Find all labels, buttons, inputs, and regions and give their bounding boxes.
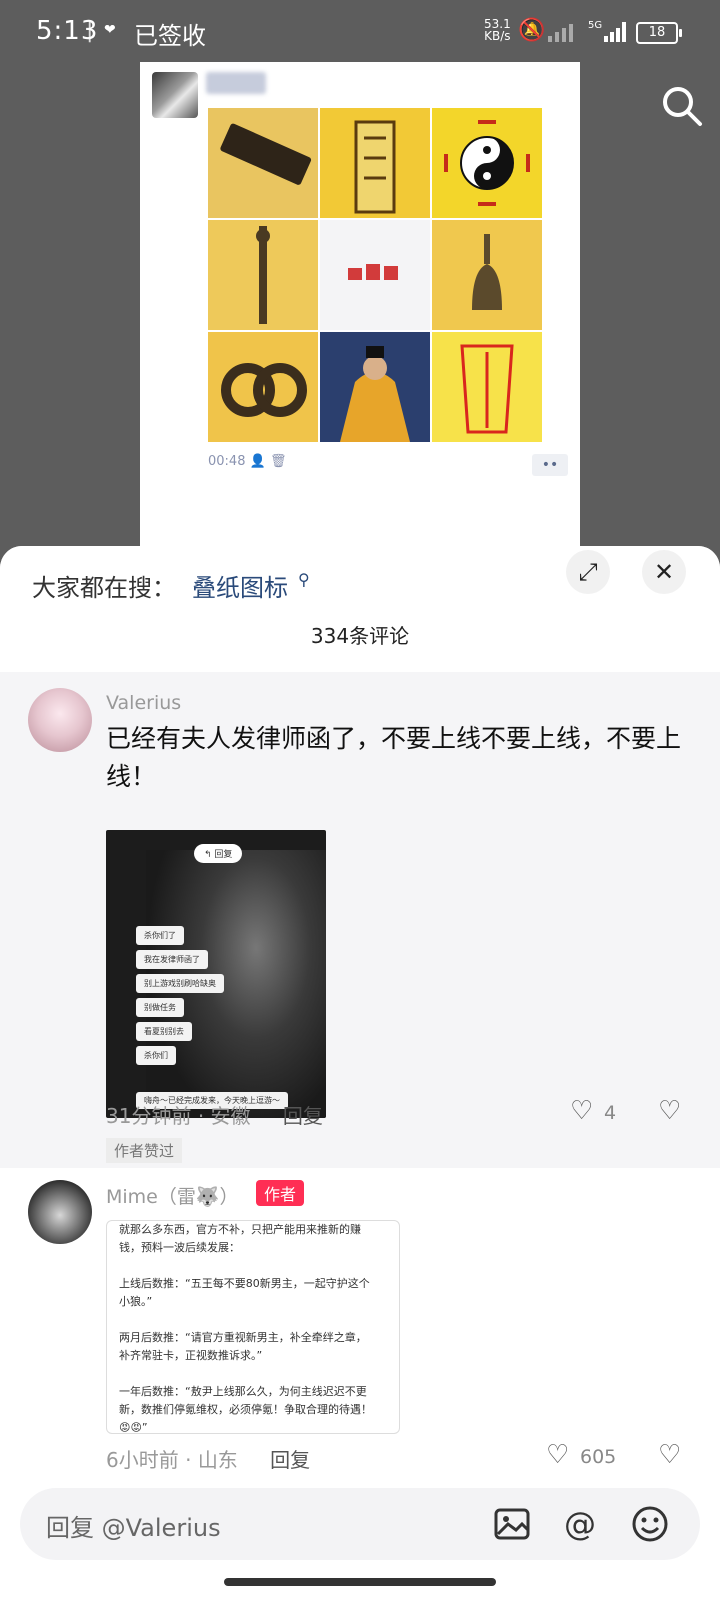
comment-image[interactable]: ↰ 回复 杀你们了 我在发律师函了 别上游戏别刷哈缺奥 别做任务 看夏别别去 杀… — [106, 830, 326, 1118]
net-speed-unit: KB/s — [484, 29, 511, 43]
reply-button[interactable]: 回复 — [283, 1104, 323, 1128]
post-meta: 00:48 👤 🗑 — [208, 454, 286, 469]
comment-image-note[interactable]: 就那么多东西，官方不补，只把产能用来推新的赚 钱，预料一波后续发展： 上线后数推… — [106, 1220, 400, 1434]
status-separator: | — [86, 18, 94, 43]
dislike-icon[interactable]: ♡ — [658, 1096, 681, 1126]
comment-item: Valerius 已经有夫人发律师函了，不要上线不要上线，不要上线！ ↰ 回复 … — [0, 672, 720, 1168]
chat-bubble: 别做任务 — [136, 998, 184, 1017]
grid-image-rings[interactable] — [208, 332, 318, 442]
note-line — [107, 1365, 399, 1383]
image-grid — [208, 108, 544, 444]
comment-location: 安徽 — [210, 1104, 251, 1128]
note-line — [107, 1257, 399, 1275]
note-line: 两月后数推：“请官方重视新男主，补全牵绊之章， — [119, 1331, 367, 1344]
signal-icon — [548, 24, 573, 42]
grid-image-character[interactable] — [320, 332, 430, 442]
battery-indicator: 18 — [636, 22, 682, 44]
image-icon[interactable] — [490, 1502, 534, 1546]
comment-count: 334条评论 — [310, 624, 410, 648]
avatar[interactable] — [152, 72, 198, 118]
expand-button[interactable]: ⤢ — [566, 550, 610, 594]
chat-bubble: 我在发律师函了 — [136, 950, 208, 969]
note-line: 新，数推们停氪维权，必须停氪！争取合理的待遇！ — [119, 1403, 372, 1416]
like-count: 605 — [580, 1446, 617, 1468]
post-time: 00:48 — [208, 454, 246, 469]
chat-bubble: 杀你们了 — [136, 926, 184, 945]
like-icon[interactable]: ♡ — [546, 1440, 569, 1470]
author-badge: 作者 — [256, 1180, 305, 1206]
note-line — [107, 1311, 399, 1329]
more-button[interactable]: •• — [532, 454, 568, 476]
comment-username[interactable]: Valerius — [106, 692, 181, 714]
note-line: 就那么多东西，官方不补，只把产能用来推新的赚 — [119, 1223, 361, 1236]
reply-input-bar[interactable]: 回复 @Valerius @ — [20, 1488, 700, 1560]
author-liked-badge: 作者赞过 — [106, 1138, 183, 1163]
comment-time: 6小时前 — [106, 1448, 179, 1472]
emoji-icon[interactable] — [628, 1502, 672, 1546]
note-line: 😡😡” — [119, 1421, 148, 1434]
heart-icon: ❤ — [104, 22, 116, 38]
comment-sheet: 大家都在搜： 叠纸图标 ⚲ ⤢ ✕ 334条评论 Valerius 已经有夫人发… — [0, 546, 720, 1601]
comment-username[interactable]: Mime（雷🐺） — [106, 1182, 239, 1209]
trash-icon[interactable]: 🗑 — [270, 454, 287, 469]
comment-time: 31分钟前 — [106, 1104, 192, 1128]
chat-bubble: 别上游戏别刷哈缺奥 — [136, 974, 224, 993]
grid-image-yinyang[interactable] — [432, 108, 542, 218]
blurred-username — [206, 72, 266, 94]
meta-dot: · — [185, 1448, 198, 1472]
note-line: 一年后数推：“敖尹上线那么久，为何主线迟迟不更 — [119, 1385, 367, 1398]
user-icon[interactable]: 👤 — [250, 454, 270, 469]
net-speed: 53.1 KB/s — [484, 18, 511, 42]
signal-5g-icon: 5G — [588, 20, 626, 42]
chat-bubble: 杀你们 — [136, 1046, 176, 1065]
note-line: 钱，预料一波后续发展： — [119, 1241, 240, 1254]
grid-image-seal[interactable] — [208, 108, 318, 218]
grid-image-sword[interactable] — [208, 220, 318, 330]
grid-image-red-talisman[interactable] — [432, 332, 542, 442]
chat-bubble: 看夏别别去 — [136, 1022, 192, 1041]
grid-image-bell[interactable] — [432, 220, 542, 330]
status-bar: 5:13 | ❤ 已签收 53.1 KB/s 🔕 5G 18 — [0, 0, 720, 64]
at-icon[interactable]: @ — [558, 1502, 602, 1546]
like-icon[interactable]: ♡ — [570, 1096, 593, 1126]
avatar[interactable] — [28, 688, 92, 752]
grid-image-logo[interactable] — [320, 220, 430, 330]
reply-button[interactable]: 回复 — [270, 1448, 310, 1472]
search-icon[interactable] — [660, 84, 704, 128]
grid-image-talisman[interactable] — [320, 108, 430, 218]
comment-location: 山东 — [197, 1448, 238, 1472]
meta-dot: · — [197, 1104, 211, 1128]
status-app-label: 已签收 — [134, 22, 206, 50]
hot-search-label: 大家都在搜： — [32, 574, 176, 602]
comment-meta: 31分钟前 · 安徽 回复 — [106, 1100, 323, 1129]
like-count: 4 — [604, 1102, 617, 1124]
home-indicator[interactable] — [224, 1578, 496, 1586]
comment-text: 已经有夫人发律师函了，不要上线不要上线，不要上线！ — [106, 724, 682, 791]
mute-bell-icon: 🔕 — [518, 18, 546, 43]
reply-pill: ↰ 回复 — [194, 844, 243, 863]
note-line: 上线后数推：“五王每不要80新男主，一起守护这个 — [119, 1277, 370, 1290]
comment-item: Mime（雷🐺） 作者 就那么多东西，官方不补，只把产能用来推新的赚 钱，预料一… — [0, 1168, 720, 1488]
avatar[interactable] — [28, 1180, 92, 1244]
reply-input[interactable]: 回复 @Valerius — [46, 1508, 221, 1543]
note-line: 补齐常驻卡，正视数推诉求。” — [119, 1349, 263, 1362]
hot-search-term[interactable]: 叠纸图标 — [192, 568, 288, 603]
note-line: 小狼。” — [119, 1295, 153, 1308]
comment-meta: 6小时前 · 山东 回复 — [106, 1444, 310, 1473]
post-card: 00:48 👤 🗑 •• — [140, 62, 580, 562]
close-button[interactable]: ✕ — [642, 550, 686, 594]
search-icon[interactable]: ⚲ — [298, 570, 310, 589]
sheet-header: 大家都在搜： 叠纸图标 ⚲ ⤢ ✕ 334条评论 — [0, 546, 720, 672]
svg-text:5G: 5G — [588, 20, 602, 31]
dislike-icon[interactable]: ♡ — [658, 1440, 681, 1470]
